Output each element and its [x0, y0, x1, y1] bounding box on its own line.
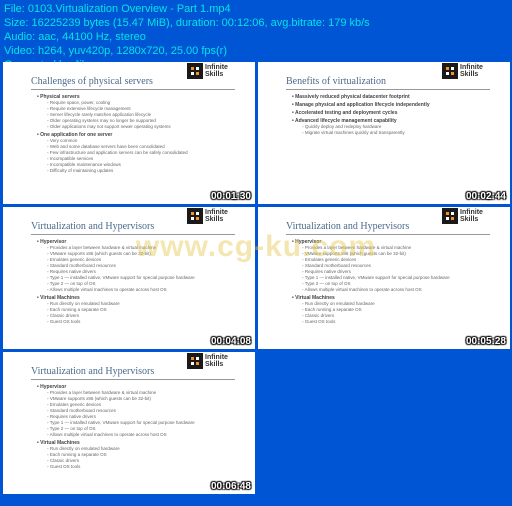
slide-content: • Hypervisor◦ Provides a layer between h…	[292, 239, 510, 325]
bullet-sub: ◦ Guest OS tools	[302, 319, 510, 325]
bullet-sub: ◦ Guest OS tools	[47, 464, 255, 470]
bullet-sub: ◦ Difficulty of maintaining updates	[47, 168, 255, 174]
slide-content: • Massively reduced physical datacenter …	[292, 94, 510, 136]
video-line: Video: h264, yuv420p, 1280x720, 25.00 fp…	[4, 44, 508, 58]
bullet-sub: ◦ Older applications may not support new…	[47, 124, 255, 130]
bullet-main: • Accelerated testing and deployment cyc…	[292, 110, 510, 116]
bullet-sub: ◦ Guest OS tools	[47, 319, 255, 325]
brand-icon	[187, 63, 203, 79]
brand-icon	[442, 208, 458, 224]
brand-logo: InfiniteSkills	[442, 62, 504, 80]
brand-text: InfiniteSkills	[205, 354, 228, 368]
divider	[286, 89, 490, 90]
bullet-sub: ◦ Allows multiple virtual machines to op…	[302, 287, 510, 293]
bullet-sub: ◦ Migrate virtual machines quickly and t…	[302, 130, 510, 136]
timestamp-badge: 00:05:28	[466, 336, 506, 347]
slide-thumbnail[interactable]: InfiniteSkillsVirtualization and Hypervi…	[3, 352, 255, 494]
slide-thumbnail[interactable]: InfiniteSkillsVirtualization and Hypervi…	[3, 207, 255, 349]
slide-content: • Hypervisor◦ Provides a layer between h…	[37, 239, 255, 325]
brand-logo: InfiniteSkills	[442, 207, 504, 225]
divider	[286, 234, 490, 235]
brand-logo: InfiniteSkills	[187, 352, 249, 370]
brand-text: InfiniteSkills	[205, 209, 228, 223]
timestamp-badge: 00:06:48	[211, 481, 251, 492]
brand-icon	[442, 63, 458, 79]
brand-logo: InfiniteSkills	[187, 62, 249, 80]
timestamp-badge: 00:04:08	[211, 336, 251, 347]
slide-content: • Hypervisor◦ Provides a layer between h…	[37, 384, 255, 470]
timestamp-badge: 00:01:30	[211, 191, 251, 202]
size-line: Size: 16225239 bytes (15.47 MiB), durati…	[4, 16, 508, 30]
slide-thumbnail[interactable]: InfiniteSkillsChallenges of physical ser…	[3, 62, 255, 204]
timestamp-badge: 00:02:44	[466, 191, 506, 202]
bullet-sub: ◦ Allows multiple virtual machines to op…	[47, 432, 255, 438]
brand-text: InfiniteSkills	[460, 209, 483, 223]
brand-text: InfiniteSkills	[460, 64, 483, 78]
slide-content: • Physical servers◦ Require space, power…	[37, 94, 255, 174]
slide-thumbnail[interactable]: InfiniteSkillsBenefits of virtualization…	[258, 62, 510, 204]
divider	[31, 89, 235, 90]
brand-logo: InfiniteSkills	[187, 207, 249, 225]
bullet-main: • Manage physical and application lifecy…	[292, 102, 510, 108]
divider	[31, 379, 235, 380]
audio-line: Audio: aac, 44100 Hz, stereo	[4, 30, 508, 44]
divider	[31, 234, 235, 235]
brand-icon	[187, 208, 203, 224]
slide-thumbnail[interactable]: InfiniteSkillsVirtualization and Hypervi…	[258, 207, 510, 349]
brand-icon	[187, 353, 203, 369]
brand-text: InfiniteSkills	[205, 64, 228, 78]
bullet-sub: ◦ Allows multiple virtual machines to op…	[47, 287, 255, 293]
file-line: File: 0103.Virtualization Overview - Par…	[4, 2, 508, 16]
bullet-main: • Massively reduced physical datacenter …	[292, 94, 510, 100]
